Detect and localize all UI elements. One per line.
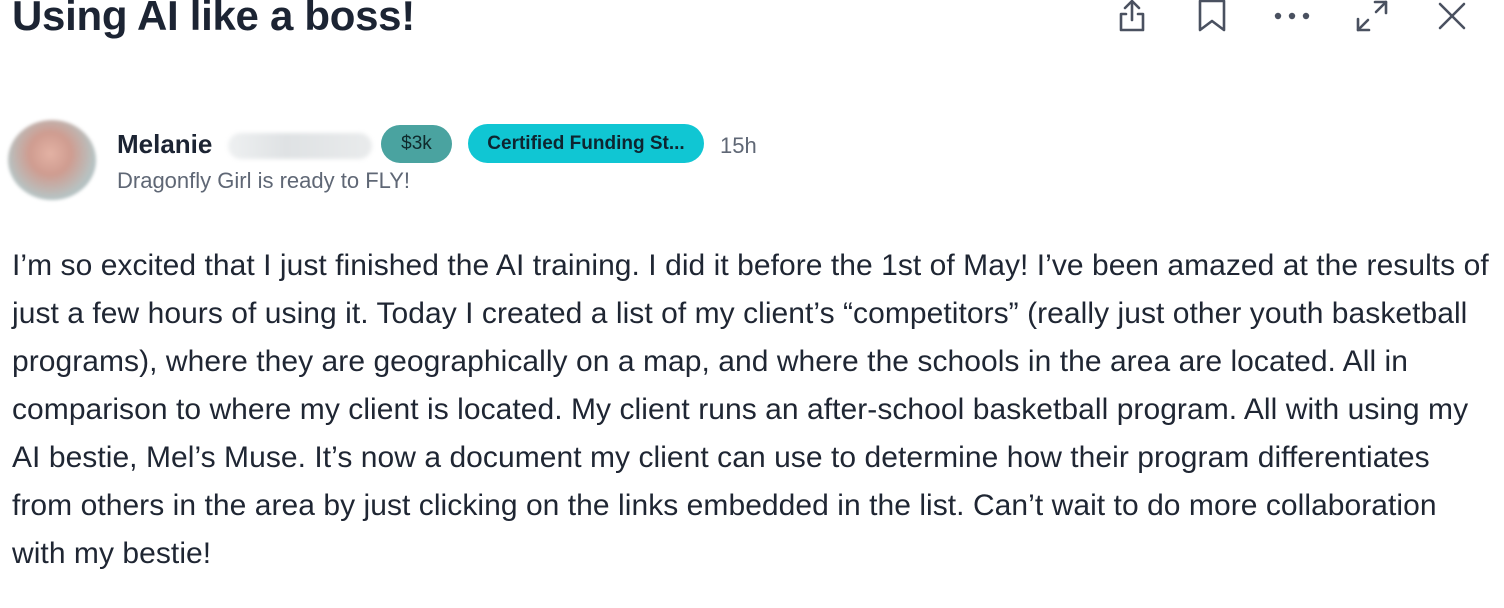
author-tagline: Dragonfly Girl is ready to FLY! [117,168,411,193]
author-avatar[interactable] [8,120,96,200]
more-icon [1274,12,1310,20]
author-name[interactable]: Melanie [117,126,212,162]
role-badge[interactable]: Certified Funding St... [468,124,704,163]
post-title: Using AI like a boss! [12,0,415,39]
level-badge[interactable]: $3k [381,125,452,163]
close-button[interactable] [1432,0,1472,36]
share-icon [1119,0,1145,32]
expand-icon [1356,0,1388,32]
close-icon [1438,2,1466,30]
redacted-surname [228,133,372,159]
more-options-button[interactable] [1272,0,1312,36]
bookmark-button[interactable] [1192,0,1232,36]
bookmark-icon [1198,0,1226,32]
post-timestamp[interactable]: 15h [720,131,757,161]
share-button[interactable] [1112,0,1152,36]
expand-button[interactable] [1352,0,1392,36]
post-body: I’m so excited that I just finished the … [12,249,1489,570]
